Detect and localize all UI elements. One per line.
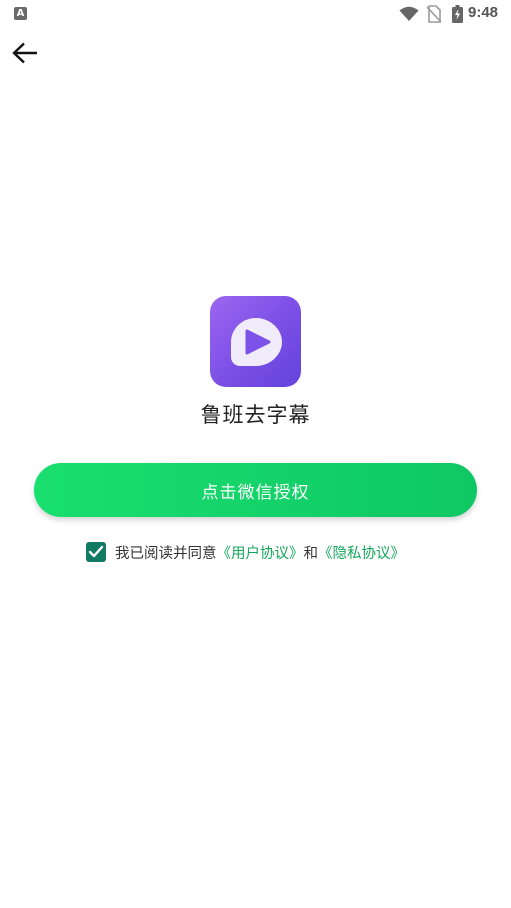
agreement-checkbox[interactable]: [86, 542, 106, 562]
arrow-left-icon: [12, 42, 37, 64]
status-time: 9:48: [468, 4, 499, 21]
back-button[interactable]: [8, 36, 42, 70]
no-sim-icon: [426, 5, 442, 23]
agreement-row: 我已阅读并同意 《用户协议》 和 《隐私协议》: [86, 541, 405, 563]
agreement-conjunction: 和: [303, 545, 319, 562]
status-bar: A 9:48: [0, 0, 511, 28]
user-agreement-link[interactable]: 《用户协议》: [217, 542, 304, 563]
battery-charging-icon: [452, 5, 463, 23]
app-name: 鲁班去字幕: [200, 403, 311, 427]
wechat-authorize-button[interactable]: 点击微信授权: [34, 463, 477, 517]
app-logo: [210, 296, 301, 387]
agreement-text: 我已阅读并同意: [115, 545, 217, 562]
wifi-icon: [399, 6, 419, 21]
text-notification-icon: A: [14, 7, 27, 20]
privacy-policy-link[interactable]: 《隐私协议》: [318, 542, 405, 563]
check-icon: [88, 545, 104, 558]
play-logo-icon: [230, 317, 282, 366]
